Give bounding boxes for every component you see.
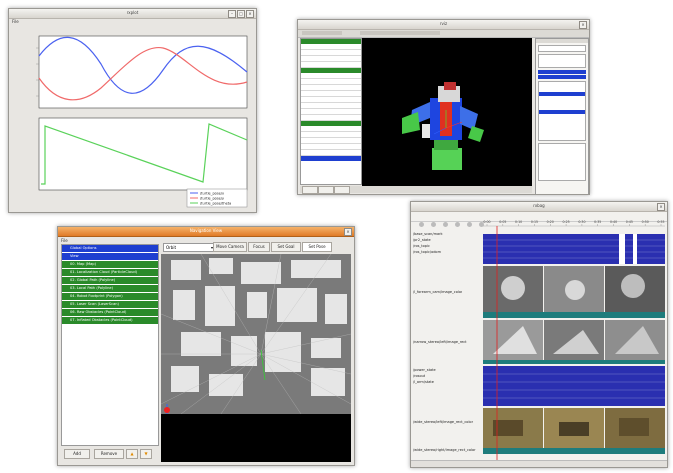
zoom-in-icon[interactable] (467, 222, 473, 227)
close-button[interactable]: × (246, 10, 254, 18)
robot-marker (164, 407, 170, 413)
timeline-tick-label: 0:45 (626, 220, 633, 224)
display-tree-item[interactable]: Global Options (62, 245, 158, 252)
display-tree-item[interactable]: 06. Raw Obstacles (PointCloud) (62, 309, 158, 316)
rewind-icon[interactable] (419, 222, 424, 227)
topic-label[interactable]: /l_arm/state (413, 380, 434, 384)
map-border-bottom (161, 414, 351, 462)
lower-axes (38, 117, 248, 191)
nav-move-up-button[interactable]: ▲ (126, 449, 138, 459)
view-type-select-value: Orbit (166, 245, 177, 250)
timeline-ticks: 0:00 0:05 0:10 0:15 0:20 0:25 0:30 0:35 0:40 0:45… (483, 220, 665, 226)
topic-label[interactable]: /base_scan/mark (413, 232, 443, 236)
rviz-window-title: rviz (439, 21, 448, 26)
topic-list: /base_scan/mark /pr2_state /ros_topic /r… (413, 228, 483, 458)
display-tree-item[interactable]: 07. Inflated Obstacles (PointCloud) (62, 317, 158, 324)
bag-close-button[interactable]: × (657, 203, 665, 211)
play-icon[interactable] (431, 222, 437, 227)
nav-displays-tree[interactable]: Global Options View 00. Map (Map) 01. Local… (61, 244, 159, 446)
tool-move-camera[interactable]: Move Camera (213, 242, 247, 252)
rviz-3d-view[interactable] (362, 38, 532, 188)
plot-window: rxplot – □ × File /turtle_pose/x /turtle… (8, 8, 257, 213)
topic-label[interactable]: /l_forearm_cam/image_color (413, 290, 462, 294)
timeline-tick-label: 0:15 (531, 220, 538, 224)
display-tree-item[interactable]: 01. Localization Cloud (ParticleCloud) (62, 269, 158, 276)
stop-icon[interactable] (443, 222, 449, 227)
bag-window-title: rxbag (533, 203, 545, 208)
topic-label[interactable]: /power_state (413, 368, 436, 372)
topic-label[interactable]: /ros_topic/odom (413, 250, 441, 254)
legend-entry-2: /turtle_pose/y (200, 197, 224, 201)
plot-canvas: /turtle_pose/x /turtle_pose/y /turtle_po… (9, 34, 256, 210)
timeline-tick-label: 0:55 (657, 220, 664, 224)
bag-timeline[interactable]: 0:00 0:05 0:10 0:15 0:20 0:25 0:30 0:35 0:40 0:45… (483, 214, 665, 464)
topic-label[interactable]: /pr2_state (413, 238, 431, 242)
plot-toolbar (9, 25, 256, 40)
display-tree-item[interactable]: View (62, 253, 158, 260)
topic-label[interactable]: /wide_stereo/left/image_rect_color (413, 420, 473, 424)
maximize-button[interactable]: □ (237, 10, 245, 18)
nav-close-button[interactable]: × (344, 228, 352, 236)
message-band-mid (483, 366, 665, 406)
nav-remove-button[interactable]: Remove (94, 449, 124, 459)
message-band-top (483, 234, 665, 264)
rviz-rename-button[interactable] (334, 186, 350, 194)
tool-focus[interactable]: Focus (248, 242, 270, 252)
timeline-tick-label: 0:35 (594, 220, 601, 224)
view-type-select[interactable]: Orbit ▾ (163, 243, 215, 252)
rviz-remove-button[interactable] (318, 186, 334, 194)
topic-label[interactable]: /narrow_stereo/left/image_rect (413, 340, 467, 344)
rviz-displays-panel[interactable] (300, 38, 362, 185)
rviz-titlebar[interactable]: rviz × (298, 20, 589, 30)
plot-titlebar[interactable]: rxplot – □ × (9, 9, 256, 19)
bag-titlebar[interactable]: rxbag × (411, 202, 667, 212)
nav-titlebar[interactable]: Navigation View × (58, 227, 354, 237)
robot-model (402, 82, 484, 170)
timeline-tick-label: 0:05 (499, 220, 506, 224)
topic-label[interactable]: /wide_stereo/right/image_rect_color (413, 448, 476, 452)
timeline-tick-label: 0:20 (547, 220, 554, 224)
nav-map-view[interactable] (161, 254, 351, 462)
rviz-close-button[interactable]: × (579, 21, 587, 29)
nav-view-toolbar: Orbit ▾ Move Camera Focus Set Goal Set P… (160, 241, 352, 252)
display-tree-item[interactable]: 05. Laser Scan (LaserScan) (62, 301, 158, 308)
topic-label[interactable]: /rosout (413, 374, 425, 378)
rviz-bottom-bar (300, 186, 532, 194)
timeline-tick-label: 0:50 (642, 220, 649, 224)
display-tree-item[interactable]: 04. Robot Footprint (Polygon) (62, 293, 158, 300)
plot-window-title: rxplot (126, 10, 139, 15)
bag-window: rxbag × /base_scan/mark /pr2_state /ros_… (410, 201, 668, 468)
nav-window-title: Navigation View (189, 228, 223, 233)
rviz-add-button[interactable] (302, 186, 318, 194)
timeline-tick-label: 0:40 (610, 220, 617, 224)
legend-entry-1: /turtle_pose/x (200, 192, 224, 196)
topic-label[interactable]: /ros_topic (413, 244, 430, 248)
fast-forward-icon[interactable] (455, 222, 461, 227)
timeline-tick-label: 0:10 (515, 220, 522, 224)
nav-move-down-button[interactable]: ▼ (140, 449, 152, 459)
timeline-tick-label: 0:25 (563, 220, 570, 224)
display-tree-item[interactable]: 00. Map (Map) (62, 261, 158, 268)
legend-entry-3: /turtle_pose/theta (200, 202, 231, 206)
tool-set-goal[interactable]: Set Goal (271, 242, 301, 252)
rviz-window: rviz × (297, 19, 590, 195)
display-tree-item[interactable]: 02. Global Path (Polyline) (62, 277, 158, 284)
rviz-views-panel[interactable] (535, 38, 589, 194)
display-tree-item[interactable]: 03. Local Path (Polyline) (62, 285, 158, 292)
rviz-toolbar (298, 30, 589, 38)
navigation-window: Navigation View × File Global Options Vie… (57, 226, 355, 466)
bag-status-bar (411, 460, 667, 467)
nav-add-button[interactable]: Add (64, 449, 90, 459)
timeline-tick-label: 0:30 (578, 220, 585, 224)
upper-axes (38, 35, 248, 109)
tool-set-pose[interactable]: Set Pose (302, 242, 332, 252)
minimize-button[interactable]: – (228, 10, 236, 18)
timeline-tick-label: 0:00 (483, 220, 490, 224)
